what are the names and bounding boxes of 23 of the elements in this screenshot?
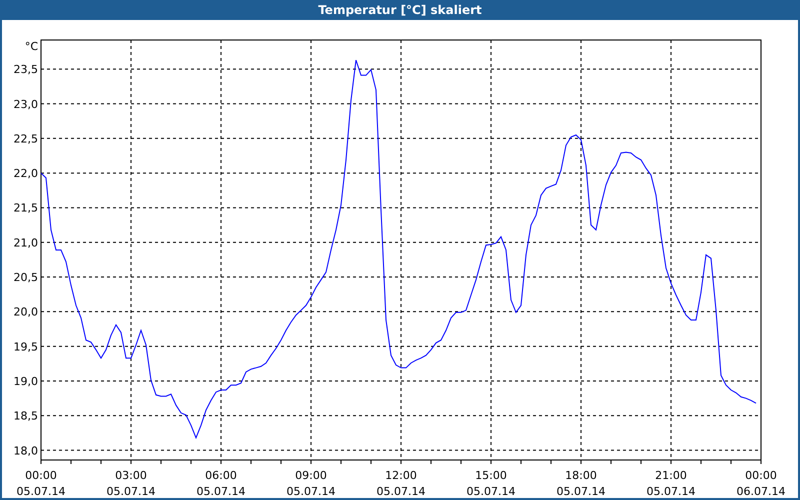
axis-tick-label: 19,5 <box>14 340 38 354</box>
axis-tick-label: 19,0 <box>14 375 38 388</box>
axis-tick-label: 23,0 <box>14 98 38 111</box>
axis-tick-label: 23,5 <box>14 63 38 76</box>
axis-tick-label: 21,0 <box>14 236 38 250</box>
axis-tick-label: 00:00 06.07.14 <box>736 469 786 498</box>
window-title: Temperatur [°C] skaliert <box>318 3 482 17</box>
axis-tick-label: 20,0 <box>14 306 38 319</box>
axis-tick-label: 00:00 05.07.14 <box>16 469 66 498</box>
axis-tick-label: 21,5 <box>14 202 38 215</box>
axis-tick-label: 15:00 05.07.14 <box>466 469 516 498</box>
axis-tick-label: 18,0 <box>14 444 38 458</box>
axis-tick-label: 03:00 05.07.14 <box>106 469 156 498</box>
axis-tick-label: 22,5 <box>14 132 38 146</box>
axis-tick-label: 21:00 05.07.14 <box>646 469 696 498</box>
axis-unit-label: °C <box>24 40 38 53</box>
axis-tick-label: 18,5 <box>14 410 38 423</box>
axis-tick-label: 18:00 05.07.14 <box>556 469 606 498</box>
axis-tick-label: 09:00 05.07.14 <box>286 469 336 498</box>
axis-tick-label: 22,0 <box>14 167 38 180</box>
axis-tick-label: 06:00 05.07.14 <box>196 469 246 498</box>
axis-tick-label: 20,5 <box>14 271 38 284</box>
axis-tick-label: 12:00 05.07.14 <box>376 469 426 498</box>
